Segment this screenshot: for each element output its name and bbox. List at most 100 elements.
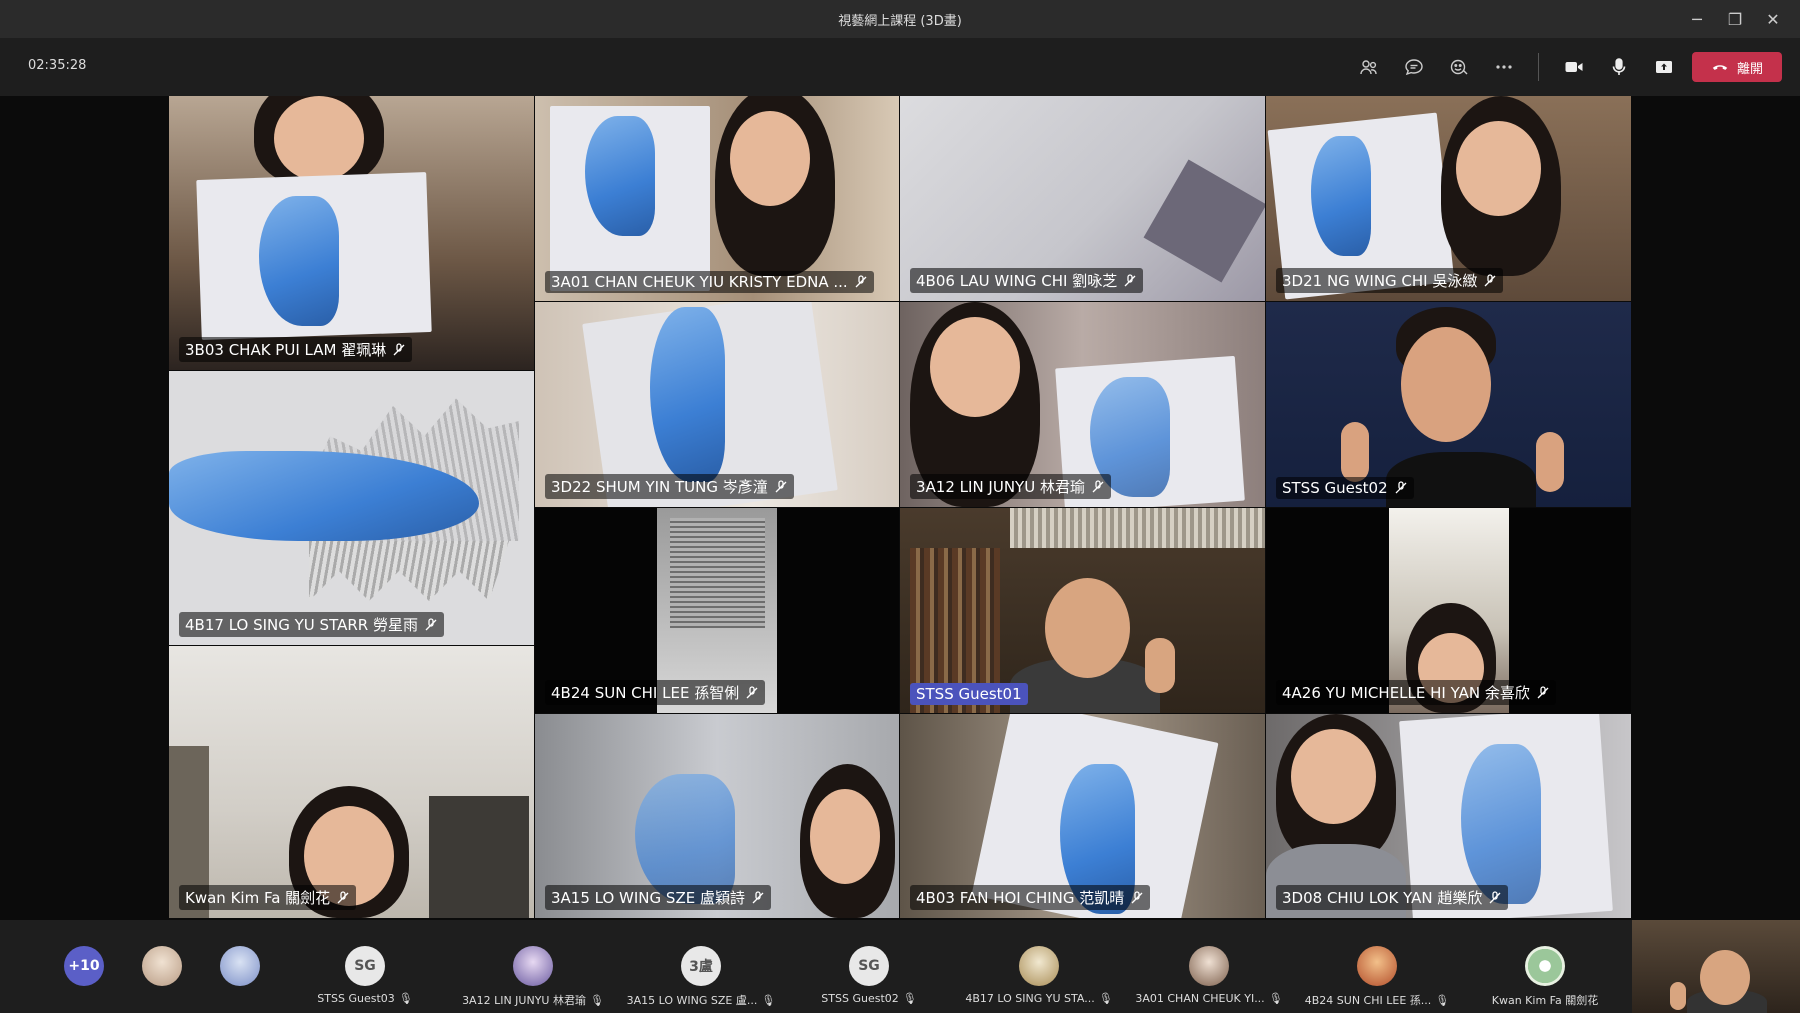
- mic-off-icon: [1537, 685, 1549, 698]
- thumbs-up-hand: [1341, 422, 1369, 482]
- video-tile[interactable]: 3D08 CHIU LOK YAN 趙樂欣: [1266, 714, 1631, 918]
- video-tile[interactable]: 4B06 LAU WING CHI 劉咏芝: [900, 96, 1265, 301]
- participant-name: 3A01 CHAN CHEUK YI... 🎙: [1135, 992, 1283, 1005]
- participant-slot[interactable]: 4B17 LO SING YU STA... 🎙: [956, 920, 1122, 1013]
- mic-off-icon: 🎙: [1435, 993, 1450, 1007]
- video-tile[interactable]: 3D22 SHUM YIN TUNG 岑彥潼: [535, 302, 899, 507]
- chat-button[interactable]: [1391, 47, 1436, 87]
- video-tile[interactable]: 3B03 CHAK PUI LAM 翟珮琳: [169, 96, 534, 370]
- mic-off-icon: 🎙: [398, 992, 413, 1005]
- participant-name-tag: 3A01 CHAN CHEUK YIU KRISTY EDNA ...: [545, 271, 874, 293]
- meeting-toolbar: 02:35:28 離開: [0, 38, 1800, 96]
- video-tile[interactable]: STSS Guest01: [900, 508, 1265, 713]
- participant-name-tag: 3D08 CHIU LOK YAN 趙樂欣: [1276, 885, 1509, 910]
- window-controls: ─ ❐ ✕: [1678, 0, 1792, 38]
- participant-slot[interactable]: 3盧 3A15 LO WING SZE 盧... 🎙: [618, 920, 784, 1013]
- participant-slot[interactable]: 3A01 CHAN CHEUK YI... 🎙: [1126, 920, 1292, 1013]
- participant-slot[interactable]: 3A12 LIN JUNYU 林君瑜 🎙: [450, 920, 616, 1013]
- participant-name: 3A15 LO WING SZE 盧... 🎙: [626, 993, 776, 1008]
- participant-name-tag: 4B17 LO SING YU STARR 勞星雨: [179, 612, 444, 637]
- video-tile[interactable]: 3D21 NG WING CHI 吳泳緻: [1266, 96, 1631, 301]
- participant-name: 4B24 SUN CHI LEE 孫... 🎙: [1304, 993, 1450, 1008]
- ceiling-grille: [1010, 508, 1265, 548]
- microphone-icon: [1612, 58, 1625, 75]
- participant-name: 4B17 LO SING YU STA... 🎙: [965, 992, 1113, 1005]
- window-title: 視藝網上課程 (3D畫): [838, 13, 962, 29]
- participant-avatar: [1019, 946, 1059, 986]
- participant-name: 3A12 LIN JUNYU 林君瑜 🎙: [462, 993, 604, 1008]
- participant-name: STSS Guest02 🎙: [821, 992, 917, 1005]
- participant-name-tag: 3B03 CHAK PUI LAM 翟珮琳: [179, 337, 413, 362]
- leave-label: 離開: [1736, 61, 1763, 77]
- participant-avatar: SG: [849, 946, 889, 986]
- video-tile[interactable]: 4B03 FAN HOI CHING 范凱晴: [900, 714, 1265, 918]
- monitor: [429, 796, 529, 918]
- video-tile[interactable]: 3A12 LIN JUNYU 林君瑜: [900, 302, 1265, 507]
- camera-button[interactable]: [1551, 47, 1596, 87]
- mic-off-icon: [425, 617, 437, 630]
- participant-slot[interactable]: Kwan Kim Fa 關劍花: [1462, 920, 1628, 1013]
- thumbs-up-hand: [1145, 638, 1175, 693]
- video-stage: 3B03 CHAK PUI LAM 翟珮琳 3A01 CHAN CHEUK YI…: [0, 96, 1800, 920]
- mic-off-icon: [1489, 890, 1501, 903]
- share-screen-button[interactable]: [1641, 47, 1686, 87]
- share-screen-icon: [1655, 61, 1672, 73]
- mic-off-icon: [337, 890, 349, 903]
- participants-strip: +10 SG STSS Guest03 🎙 3A12 LIN JUNYU 林君瑜 🎙…: [0, 920, 1800, 1013]
- meeting-timer: 02:35:28: [28, 58, 87, 73]
- video-tile[interactable]: 4A26 YU MICHELLE HI YAN 余喜欣: [1266, 508, 1631, 713]
- participant-avatar: [1189, 946, 1229, 986]
- participant-avatar: 3盧: [681, 946, 721, 986]
- participant-slot[interactable]: 4B24 SUN CHI LEE 孫... 🎙: [1294, 920, 1460, 1013]
- mic-off-icon: 🎙: [761, 993, 776, 1007]
- participant-avatar: [1357, 946, 1397, 986]
- hang-up-icon: [1712, 65, 1728, 70]
- restore-button[interactable]: ❐: [1716, 0, 1754, 38]
- more-actions-button[interactable]: [1481, 47, 1526, 87]
- mic-off-icon: [1092, 479, 1104, 492]
- person-face: [1045, 578, 1130, 678]
- participant-slot[interactable]: SG STSS Guest03 🎙: [282, 920, 448, 1013]
- person-face: [274, 96, 364, 181]
- participant-slot[interactable]: SG STSS Guest02 🎙: [786, 920, 952, 1013]
- participant-name: Kwan Kim Fa 關劍花: [1491, 994, 1599, 1007]
- video-tile[interactable]: 4B17 LO SING YU STARR 勞星雨: [169, 371, 534, 645]
- video-grid: 3B03 CHAK PUI LAM 翟珮琳 3A01 CHAN CHEUK YI…: [169, 96, 1631, 918]
- participant-name-tag: 3A12 LIN JUNYU 林君瑜: [910, 474, 1111, 499]
- leave-meeting-button[interactable]: 離開: [1692, 52, 1782, 82]
- thumbs-up-hand: [1536, 432, 1564, 492]
- participant-name-tag: 4A26 YU MICHELLE HI YAN 余喜欣: [1276, 680, 1556, 705]
- close-button[interactable]: ✕: [1754, 0, 1792, 38]
- participant-name-tag: 3D21 NG WING CHI 吳泳緻: [1276, 268, 1504, 293]
- mic-off-icon: [1484, 273, 1496, 286]
- blue-waterfall-drawing: [1311, 136, 1371, 256]
- participant-name-tag: Kwan Kim Fa 關劍花: [179, 885, 357, 910]
- participant-avatar: [513, 946, 553, 986]
- participant-avatar[interactable]: [220, 946, 260, 986]
- mic-off-icon: [752, 890, 764, 903]
- person-face: [930, 317, 1020, 417]
- mic-off-icon: [393, 342, 405, 355]
- participant-avatar: SG: [345, 946, 385, 986]
- person-face: [1456, 121, 1541, 216]
- mic-off-icon: [746, 685, 758, 698]
- more-participants-button[interactable]: +10: [64, 946, 104, 986]
- title-bar: 視藝網上課程 (3D畫) ─ ❐ ✕: [0, 0, 1800, 38]
- video-tile[interactable]: 4B24 SUN CHI LEE 孫智俐: [535, 508, 899, 713]
- mic-off-icon: [775, 479, 787, 492]
- reactions-button[interactable]: [1436, 47, 1481, 87]
- participant-avatar: [1525, 946, 1565, 986]
- participant-name-tag: 4B03 FAN HOI CHING 范凱晴: [910, 885, 1151, 910]
- video-tile[interactable]: Kwan Kim Fa 關劍花: [169, 646, 534, 918]
- participants-button[interactable]: [1346, 47, 1391, 87]
- microphone-button[interactable]: [1596, 47, 1641, 87]
- person-face: [730, 111, 810, 206]
- participant-avatar[interactable]: [142, 946, 182, 986]
- mic-off-icon: [855, 275, 867, 288]
- minimize-button[interactable]: ─: [1678, 0, 1716, 38]
- video-tile[interactable]: 3A01 CHAN CHEUK YIU KRISTY EDNA ...: [535, 96, 899, 301]
- video-tile[interactable]: 3A15 LO WING SZE 盧穎詩: [535, 714, 899, 918]
- mic-off-icon: 🎙: [589, 993, 604, 1007]
- self-view-video[interactable]: [1632, 920, 1800, 1013]
- video-tile[interactable]: STSS Guest02: [1266, 302, 1631, 507]
